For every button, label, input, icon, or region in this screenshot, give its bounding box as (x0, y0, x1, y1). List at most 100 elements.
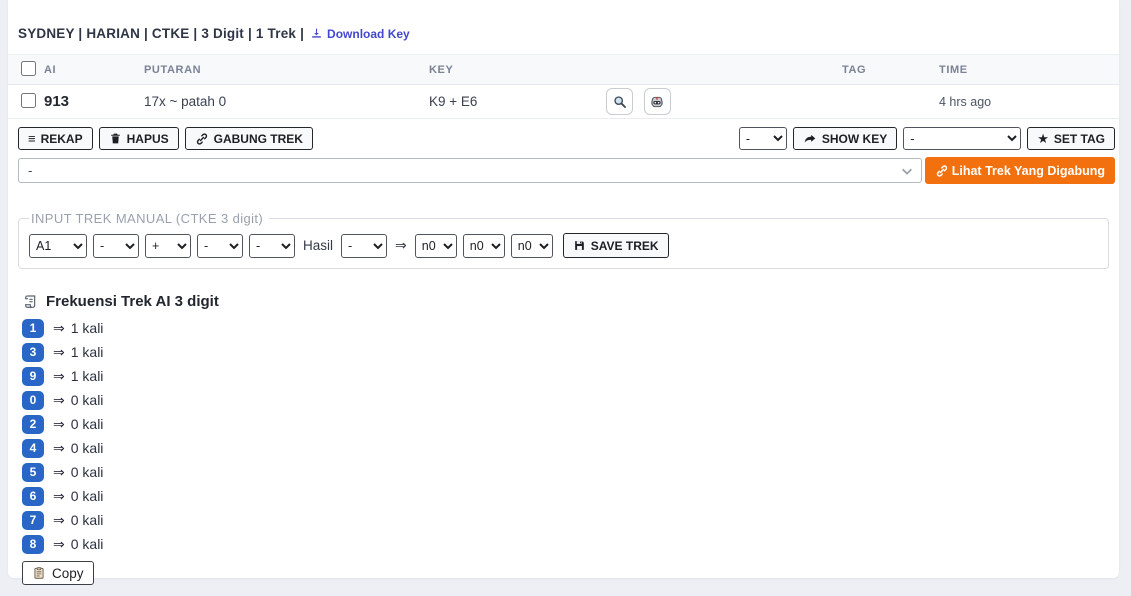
digit-badge: 4 (22, 439, 44, 458)
operand-select-3[interactable]: - (249, 234, 295, 258)
download-icon (310, 27, 323, 40)
lihat-trek-button[interactable]: Lihat Trek Yang Digabung (925, 157, 1115, 184)
col-header-key: KEY (429, 55, 606, 85)
robot-icon (649, 94, 665, 110)
count-text: 0 kali (71, 536, 104, 552)
result-select-3[interactable]: n0 (511, 234, 553, 258)
robot-button[interactable] (644, 88, 671, 115)
table-header-row: AI PUTARAN KEY TAG TIME (8, 55, 1119, 85)
toolbar: ≡ REKAP HAPUS GABUNG TREK - SHOW KEY (8, 119, 1119, 150)
digit-badge: 8 (22, 535, 44, 554)
tag-select[interactable]: - (903, 127, 1021, 150)
double-arrow-icon: ⇒ (53, 488, 65, 505)
frequency-item: 7 ⇒0 kali (22, 510, 1109, 530)
link-icon (195, 132, 209, 146)
count-text: 0 kali (71, 392, 104, 408)
table-row: 913 17x ~ patah 0 K9 + E6 (8, 85, 1119, 119)
row-checkbox[interactable] (21, 93, 36, 108)
frequency-item: 2 ⇒0 kali (22, 414, 1109, 434)
double-arrow-icon: ⇒ (53, 368, 65, 385)
hapus-button[interactable]: HAPUS (99, 127, 179, 150)
count-text: 0 kali (71, 488, 104, 504)
show-key-button[interactable]: SHOW KEY (793, 127, 897, 150)
star-icon: ★ (1037, 132, 1049, 145)
trek-combined-select[interactable]: - (18, 158, 922, 183)
ai-value: 913 (44, 93, 69, 110)
set-tag-label: SET TAG (1054, 132, 1105, 146)
main-panel: SYDNEY | HARIAN | CTKE | 3 Digit | 1 Tre… (8, 0, 1119, 578)
gabung-trek-button[interactable]: GABUNG TREK (185, 127, 313, 150)
operand-select-1[interactable]: - (93, 234, 139, 258)
frequency-section: Frekuensi Trek AI 3 digit 1 ⇒1 kali 3 ⇒1… (8, 269, 1119, 554)
lihat-trek-label: Lihat Trek Yang Digabung (952, 164, 1105, 178)
key-filter-select[interactable]: - (739, 127, 787, 150)
double-arrow-icon: ⇒ (53, 440, 65, 457)
double-arrow-icon: ⇒ (53, 320, 65, 337)
double-arrow-icon: ⇒ (395, 237, 407, 254)
result-select-1[interactable]: n0 (415, 234, 457, 258)
count-text: 0 kali (71, 464, 104, 480)
col-header-actions (606, 55, 842, 85)
save-trek-button[interactable]: SAVE TREK (563, 233, 669, 258)
putaran-value: 17x ~ patah 0 (144, 94, 226, 109)
count-text: 0 kali (71, 440, 104, 456)
rekap-button[interactable]: ≡ REKAP (18, 127, 93, 150)
chevron-down-icon (900, 164, 914, 178)
inspect-button[interactable] (606, 88, 633, 115)
show-key-label: SHOW KEY (822, 132, 887, 146)
count-text: 0 kali (71, 416, 104, 432)
hasil-label: Hasil (303, 238, 333, 253)
select-all-checkbox[interactable] (21, 61, 36, 76)
frequency-item: 1 ⇒ 1 kali (22, 318, 1109, 338)
digit-badge: 1 (22, 319, 44, 338)
frequency-item: 3 ⇒1 kali (22, 342, 1109, 362)
hasil-select[interactable]: - (341, 234, 387, 258)
double-arrow-icon: ⇒ (53, 536, 65, 553)
double-arrow-icon: ⇒ (53, 416, 65, 433)
double-arrow-icon: ⇒ (53, 392, 65, 409)
copy-button[interactable]: Copy (22, 561, 94, 585)
digit-badge: 5 (22, 463, 44, 482)
rekap-label: REKAP (41, 132, 83, 146)
gabung-trek-label: GABUNG TREK (214, 132, 303, 146)
digit-badge: 9 (22, 367, 44, 386)
fieldset-legend: INPUT TREK MANUAL (CTKE 3 digit) (29, 211, 269, 226)
link-icon (935, 164, 949, 178)
result-select-2[interactable]: n0 (463, 234, 505, 258)
set-tag-button[interactable]: ★ SET TAG (1027, 127, 1115, 150)
copy-row: Copy (8, 558, 1119, 585)
double-arrow-icon: ⇒ (53, 512, 65, 529)
search-icon (612, 94, 628, 110)
double-arrow-icon: ⇒ (53, 344, 65, 361)
digit-badge: 6 (22, 487, 44, 506)
frequency-item: 0 ⇒ 0 kali (22, 390, 1109, 410)
operator-select[interactable]: + (145, 234, 191, 258)
download-key-label: Download Key (327, 27, 410, 41)
col-header-ai: AI (44, 55, 144, 85)
count-text: 1 kali (71, 344, 104, 360)
operand-select-2[interactable]: - (197, 234, 243, 258)
save-trek-label: SAVE TREK (591, 239, 659, 253)
col-header-tag: TAG (842, 55, 939, 85)
page-title: SYDNEY | HARIAN | CTKE | 3 Digit | 1 Tre… (18, 26, 304, 41)
time-value: 4 hrs ago (939, 95, 991, 109)
frequency-list: 1 ⇒1 kali 3 ⇒1 kali 9 ⇒1 kali 0 ⇒0 kali … (22, 318, 1109, 554)
frequency-item: 6 ⇒ 0 kali (22, 486, 1109, 506)
trek-table: AI PUTARAN KEY TAG TIME 913 17x ~ patah … (8, 54, 1119, 119)
position-select[interactable]: A1 (29, 234, 87, 258)
clipboard-icon (32, 566, 46, 580)
col-header-putaran: PUTARAN (144, 55, 429, 85)
frequency-title-text: Frekuensi Trek AI 3 digit (46, 293, 219, 310)
count-text: 1 kali (71, 320, 104, 336)
download-key-link[interactable]: Download Key (310, 27, 410, 41)
frequency-item: 4 ⇒ 0 kali (22, 438, 1109, 458)
key-value: K9 + E6 (429, 94, 477, 109)
copy-label: Copy (52, 566, 84, 581)
hapus-label: HAPUS (127, 132, 169, 146)
input-trek-manual-fieldset: INPUT TREK MANUAL (CTKE 3 digit) A1 - + … (18, 211, 1109, 269)
frequency-item: 9 ⇒1 kali (22, 366, 1109, 386)
col-header-time: TIME (939, 55, 1119, 85)
save-icon (573, 239, 586, 252)
breadcrumb: SYDNEY | HARIAN | CTKE | 3 Digit | 1 Tre… (8, 0, 1119, 54)
digit-badge: 0 (22, 391, 44, 410)
